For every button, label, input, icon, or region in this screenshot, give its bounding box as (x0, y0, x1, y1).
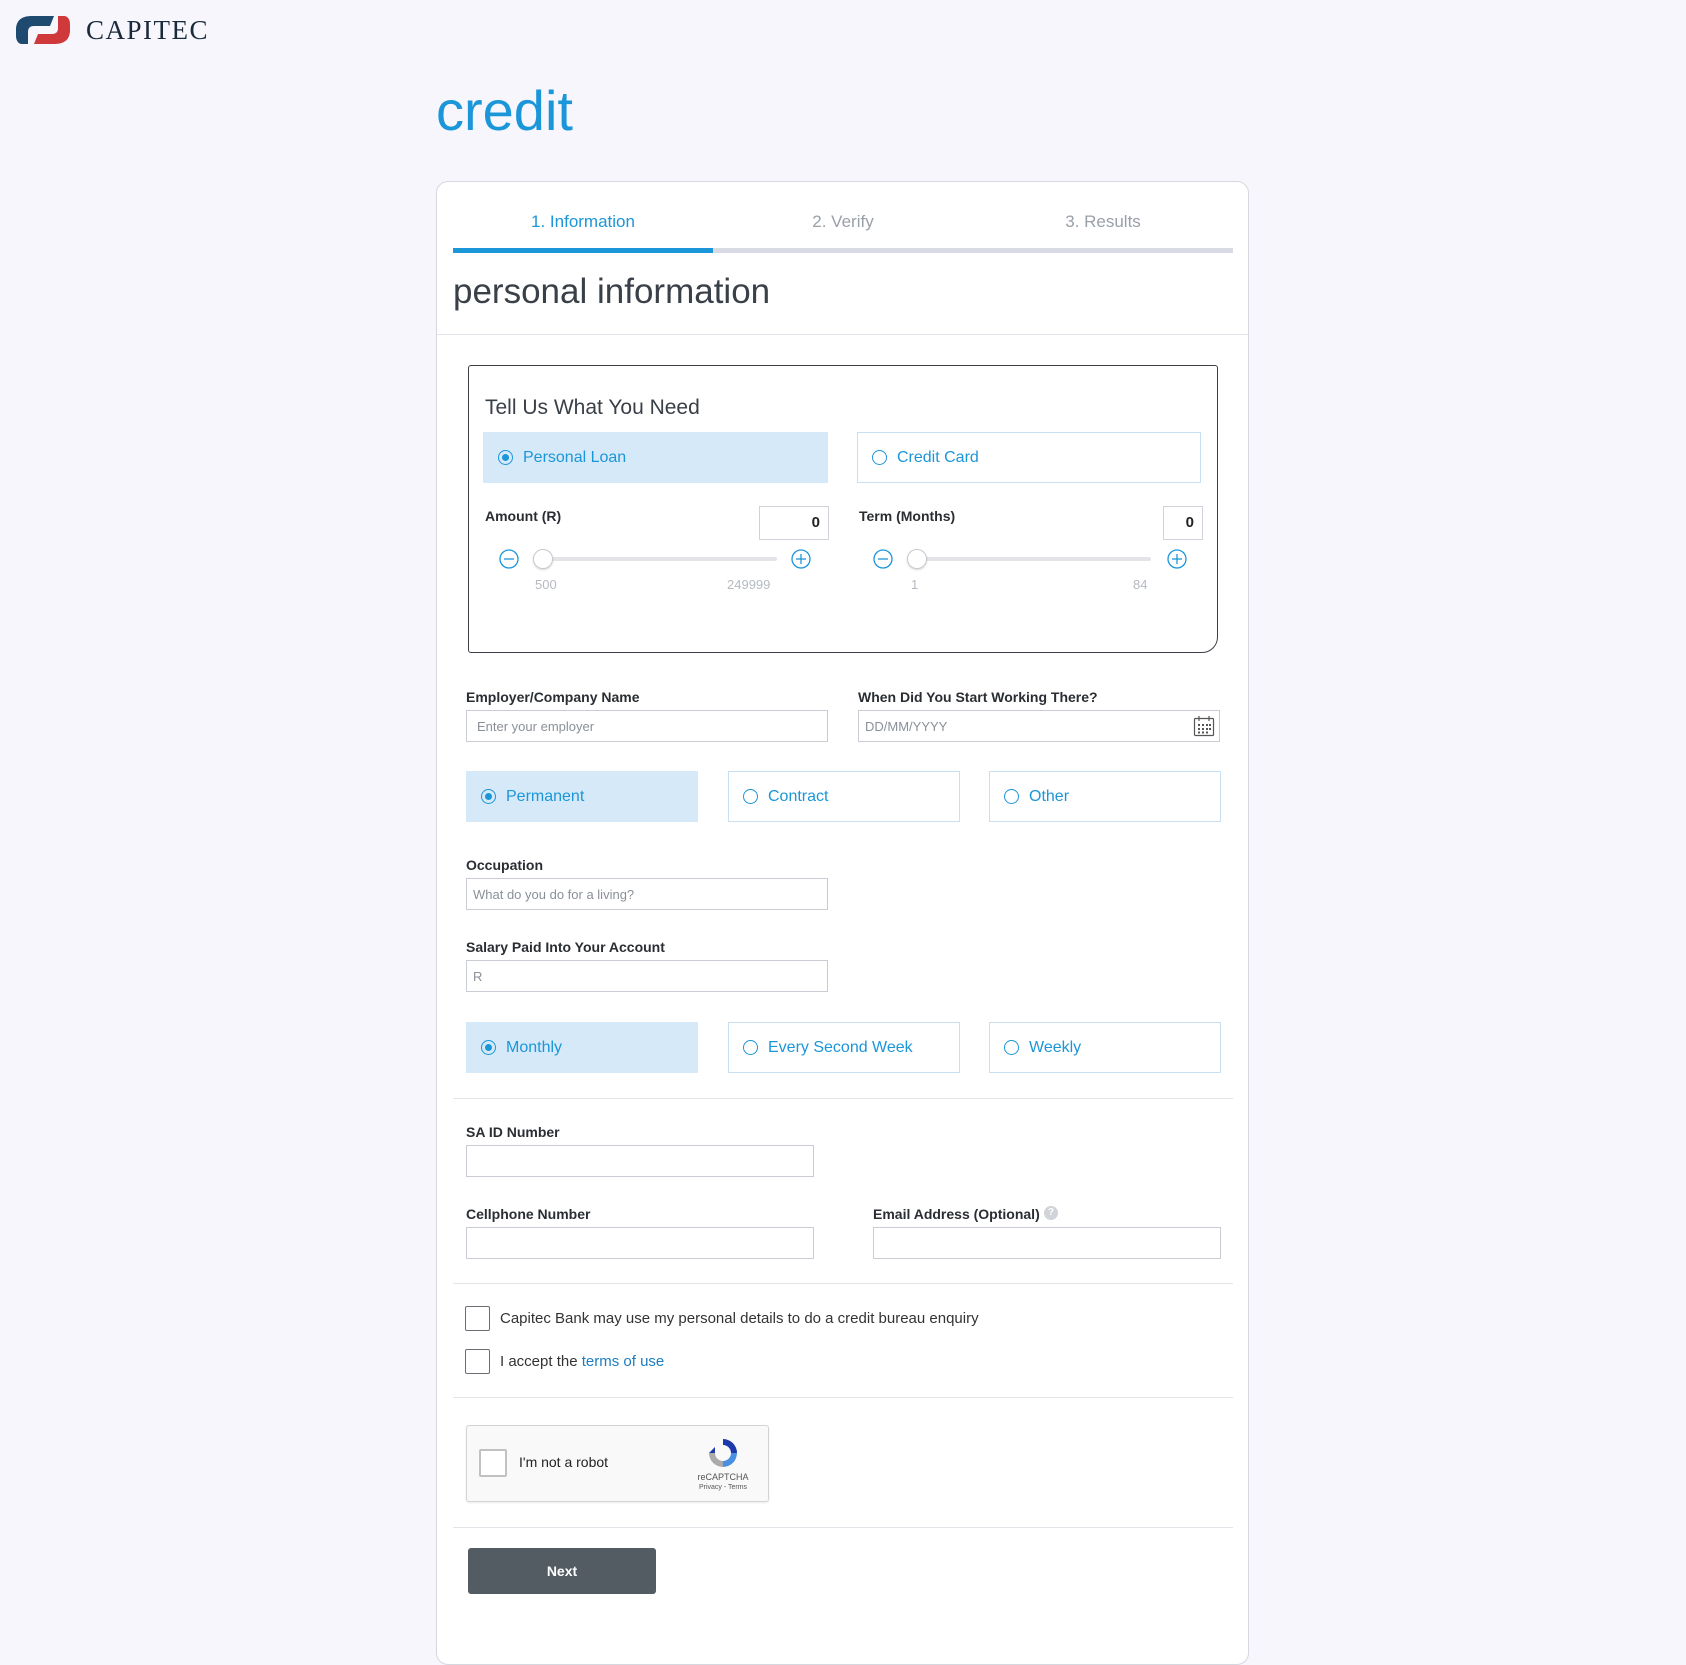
start-date-label: When Did You Start Working There? (858, 689, 1098, 705)
terms-checkbox[interactable] (465, 1349, 490, 1374)
bureau-consent-checkbox[interactable] (465, 1306, 490, 1331)
capitec-logo[interactable]: CAPITEC (14, 14, 209, 46)
terms-consent-row: I accept the terms of use (465, 1349, 664, 1374)
amount-input[interactable]: 0 (759, 506, 829, 540)
terms-of-use-link[interactable]: terms of use (582, 1353, 665, 1370)
bureau-consent-text: Capitec Bank may use my personal details… (500, 1310, 979, 1327)
salary-label: Salary Paid Into Your Account (466, 939, 665, 955)
amount-max-label: 249999 (727, 577, 771, 592)
employer-input[interactable] (466, 710, 828, 742)
step-progress-fill (453, 248, 713, 253)
divider (453, 1283, 1233, 1284)
needs-title: Tell Us What You Need (485, 396, 700, 419)
page-title: credit (436, 79, 573, 142)
term-min-label: 1 (911, 577, 919, 592)
id-number-label: SA ID Number (466, 1124, 560, 1140)
email-label: Email Address (Optional) (873, 1206, 1040, 1222)
option-label: Weekly (1029, 1038, 1082, 1056)
employer-label: Employer/Company Name (466, 689, 640, 705)
step-verify: 2. Verify (812, 212, 874, 231)
section-title: personal information (453, 272, 771, 311)
bureau-consent-row: Capitec Bank may use my personal details… (465, 1306, 979, 1331)
radio-selected-icon (498, 450, 513, 465)
divider (453, 1098, 1233, 1099)
term-increase-icon[interactable] (1167, 549, 1187, 569)
occupation-input[interactable] (466, 878, 828, 910)
amount-min-label: 500 (535, 577, 557, 592)
option-monthly[interactable]: Monthly (466, 1022, 698, 1073)
option-permanent[interactable]: Permanent (466, 771, 698, 822)
cellphone-input[interactable] (466, 1227, 814, 1259)
radio-empty-icon (872, 450, 887, 465)
radio-empty-icon (1004, 1040, 1019, 1055)
option-label: Contract (768, 787, 829, 805)
option-credit-card[interactable]: Credit Card (857, 432, 1201, 483)
radio-empty-icon (743, 1040, 758, 1055)
option-label: Personal Loan (523, 448, 627, 466)
option-label: Credit Card (897, 448, 979, 466)
recaptcha-terms[interactable]: Privacy - Terms (687, 1484, 759, 1491)
option-label: Other (1029, 787, 1070, 805)
recaptcha-brand: reCAPTCHA (697, 1472, 749, 1482)
header-divider (437, 334, 1248, 335)
occupation-label: Occupation (466, 857, 544, 873)
term-slider-track[interactable] (913, 557, 1151, 561)
step-results: 3. Results (1065, 212, 1141, 231)
option-weekly[interactable]: Weekly (989, 1022, 1221, 1073)
next-button[interactable]: Next (468, 1548, 656, 1594)
step-progress-bar (453, 248, 1233, 253)
amount-decrease-icon[interactable] (499, 549, 519, 569)
cellphone-label: Cellphone Number (466, 1206, 591, 1222)
start-date-input[interactable] (858, 710, 1220, 742)
application-card: 1. Information 2. Verify 3. Results pers… (436, 181, 1249, 1665)
amount-increase-icon[interactable] (791, 549, 811, 569)
recaptcha-widget: I'm not a robot reCAPTCHA Privacy - Term… (466, 1425, 769, 1502)
brand-name: CAPITEC (86, 14, 210, 45)
recaptcha-logo-icon (709, 1439, 737, 1467)
id-number-input[interactable] (466, 1145, 814, 1177)
option-every-second-week[interactable]: Every Second Week (728, 1022, 960, 1073)
option-personal-loan[interactable]: Personal Loan (483, 432, 828, 483)
step-tabs: 1. Information 2. Verify 3. Results (453, 202, 1233, 254)
step-information[interactable]: 1. Information (453, 202, 713, 254)
terms-prefix: I accept the (500, 1353, 578, 1370)
radio-selected-icon (481, 789, 496, 804)
recaptcha-label: I'm not a robot (519, 1454, 609, 1470)
needs-panel: Tell Us What You Need Personal Loan Cred… (468, 365, 1218, 653)
term-decrease-icon[interactable] (873, 549, 893, 569)
term-input[interactable]: 0 (1163, 506, 1203, 540)
calendar-icon[interactable] (1193, 715, 1215, 737)
option-label: Monthly (506, 1038, 563, 1056)
radio-selected-icon (481, 1040, 496, 1055)
option-label: Every Second Week (768, 1038, 913, 1056)
radio-empty-icon (1004, 789, 1019, 804)
option-other[interactable]: Other (989, 771, 1221, 822)
term-max-label: 84 (1133, 577, 1148, 592)
recaptcha-checkbox[interactable] (479, 1449, 507, 1477)
amount-slider-track[interactable] (539, 557, 777, 561)
amount-label: Amount (R) (485, 508, 562, 524)
divider (453, 1527, 1233, 1528)
email-input[interactable] (873, 1227, 1221, 1259)
divider (453, 1397, 1233, 1398)
option-contract[interactable]: Contract (728, 771, 960, 822)
help-icon[interactable]: ? (1044, 1206, 1058, 1220)
capitec-logo-mark-icon (16, 16, 70, 44)
option-label: Permanent (506, 787, 585, 805)
radio-empty-icon (743, 789, 758, 804)
salary-input[interactable] (466, 960, 828, 992)
term-slider-thumb[interactable] (907, 549, 927, 569)
term-label: Term (Months) (859, 508, 956, 524)
amount-slider-thumb[interactable] (533, 549, 553, 569)
